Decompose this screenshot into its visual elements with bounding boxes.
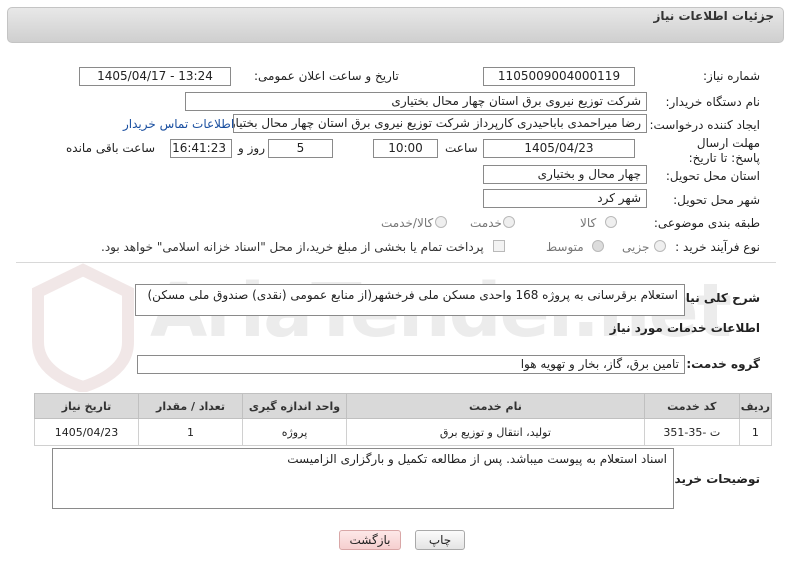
treasury-payment-checkbox[interactable] (493, 240, 505, 252)
category-radio-service[interactable] (503, 216, 515, 228)
table-header-row: ردیف کد خدمت نام خدمت واحد اندازه گیری ت… (34, 393, 773, 419)
services-table: ردیف کد خدمت نام خدمت واحد اندازه گیری ت… (34, 393, 773, 446)
province-label: استان محل تحویل: (665, 169, 760, 183)
services-info-heading: اطلاعات خدمات مورد نیاز (609, 321, 760, 335)
deadline-label: مهلت ارسال پاسخ: تا تاریخ: (688, 136, 760, 165)
category-option-goods-service: کالا/خدمت (381, 216, 434, 230)
buyer-contact-link[interactable]: اطلاعات تماس خریدار (123, 117, 234, 131)
service-group-label: گروه خدمت: (686, 357, 760, 371)
process-option-medium: متوسط (546, 240, 584, 254)
category-option-goods: کالا (580, 216, 597, 230)
buyer-notes-field: اسناد استعلام به پیوست میباشد. پس از مطا… (52, 448, 674, 509)
hours-remaining-label: ساعت باقی مانده (66, 141, 156, 155)
days-field: 5 (268, 139, 333, 158)
need-number-field: 1105009004000119 (483, 67, 635, 86)
divider (16, 262, 776, 263)
process-radio-medium[interactable] (592, 240, 604, 252)
remaining-time-field: 16:41:23 (170, 139, 232, 158)
col-header-row-number: ردیف (738, 393, 773, 419)
buyer-org-field: شرکت توزیع نیروی برق استان چهار محال بخت… (185, 92, 647, 111)
category-option-service: خدمت (470, 216, 502, 230)
back-button[interactable]: بازگشت (339, 530, 401, 550)
print-button[interactable]: چاپ (415, 530, 465, 550)
category-radio-goods[interactable] (605, 216, 617, 228)
deadline-date-field: 1405/04/23 (483, 139, 635, 158)
announce-datetime-label: تاریخ و ساعت اعلان عمومی: (254, 69, 399, 83)
col-header-quantity: تعداد / مقدار (138, 393, 243, 419)
cell-service-code: ت -35-351 (643, 418, 740, 446)
col-header-service-code: کد خدمت (643, 393, 740, 419)
deadline-time-field: 10:00 (373, 139, 438, 158)
cell-row-number: 1 (738, 418, 773, 446)
province-field: چهار محال و بختیاری (483, 165, 647, 184)
need-number-label: شماره نیاز: (703, 69, 760, 83)
announce-datetime-field: 1405/04/17 - 13:24 (79, 67, 231, 86)
table-row: 1 ت -35-351 تولید، انتقال و توزیع برق پر… (34, 418, 773, 446)
process-radio-minor[interactable] (654, 240, 666, 252)
day-and-label: روز و (238, 141, 265, 155)
cell-need-date: 1405/04/23 (34, 418, 139, 446)
description-field: استعلام برقرسانی به پروژه 168 واحدی مسکن… (135, 284, 685, 316)
treasury-payment-note: پرداخت تمام یا بخشی از مبلغ خرید،از محل … (101, 240, 484, 254)
city-label: شهر محل تحویل: (673, 193, 760, 207)
process-type-label: نوع فرآیند خرید : (675, 240, 760, 254)
service-group-field: تامین برق، گاز، بخار و تهویه هوا (137, 355, 685, 374)
cell-unit: پروژه (242, 418, 347, 446)
category-label: طبقه بندی موضوعی: (653, 216, 760, 230)
time-label: ساعت (445, 141, 478, 155)
watermark-logo-mark (28, 262, 138, 394)
city-field: شهر کرد (483, 189, 647, 208)
description-label: شرح کلی نیاز: (674, 291, 760, 305)
requester-field: رضا میراحمدی باباحیدری کارپرداز شرکت توز… (233, 114, 647, 133)
process-option-minor: جزیی (622, 240, 650, 254)
category-radio-goods-service[interactable] (435, 216, 447, 228)
col-header-unit: واحد اندازه گیری (242, 393, 347, 419)
section-title: جزئیات اطلاعات نیاز (653, 9, 774, 23)
cell-quantity: 1 (138, 418, 243, 446)
col-header-need-date: تاریخ نیاز (34, 393, 139, 419)
requester-label: ایجاد کننده درخواست: (649, 118, 760, 132)
col-header-service-name: نام خدمت (346, 393, 645, 419)
buyer-org-label: نام دستگاه خریدار: (665, 95, 761, 109)
cell-service-name: تولید، انتقال و توزیع برق (346, 418, 645, 446)
